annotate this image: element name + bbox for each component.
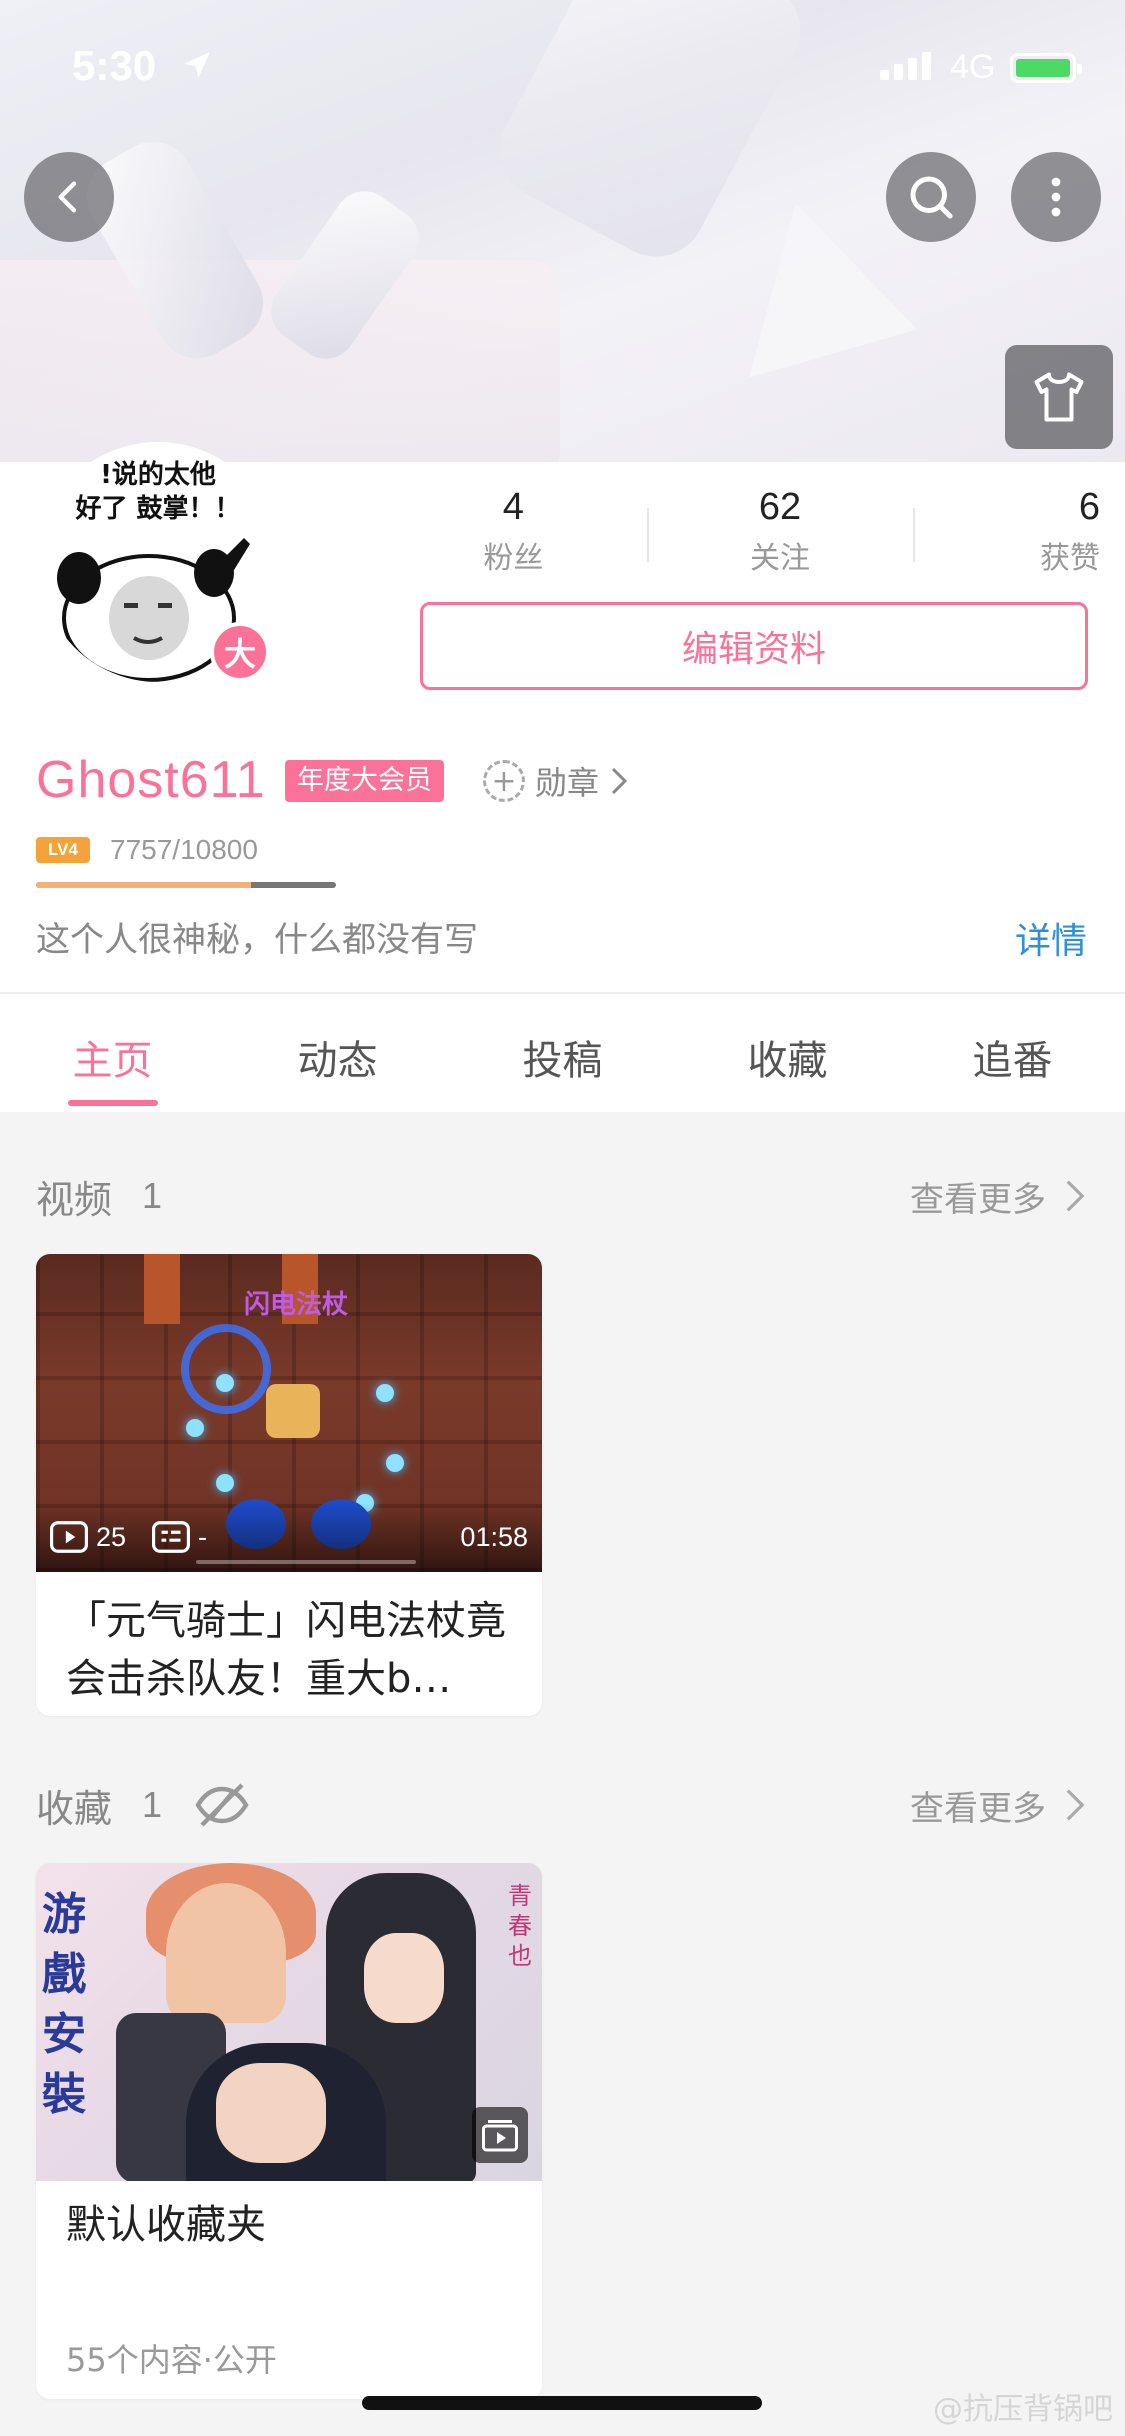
favorite-folder-card[interactable]: 游戲安裝 青春也 默认收藏夹 55个内容·公开 — [36, 1863, 542, 2399]
stat-fans[interactable]: 4 粉丝 — [380, 486, 647, 576]
profile-card: !说的太他 好了 鼓掌！！ 大 4 粉丝 62 关注 6 获赞 编辑资料 Gho… — [0, 442, 1125, 992]
more-button[interactable] — [1011, 152, 1101, 242]
section-count: 1 — [142, 1175, 163, 1216]
danmaku-icon — [152, 1521, 191, 1553]
video-section-header: 视频 1 查看更多 — [36, 1166, 1086, 1226]
vip-tag[interactable]: 年度大会员 — [285, 760, 444, 802]
folder-cover: 游戲安裝 青春也 — [36, 1863, 542, 2181]
watermark-text: @抗压背锅吧 — [933, 2392, 1113, 2427]
edit-profile-button[interactable]: 编辑资料 — [420, 602, 1088, 690]
view-more-favorites[interactable]: 查看更多 — [910, 1781, 1086, 1830]
playlist-icon — [472, 2107, 528, 2163]
stat-number: 4 — [502, 486, 524, 528]
medal-link[interactable]: + 勋章 — [483, 758, 629, 804]
detail-link[interactable]: 详情 — [1015, 912, 1087, 964]
cover-right-text: 青春也 — [508, 1882, 532, 1970]
cover-side-text: 游戲安裝 — [42, 1889, 86, 2120]
chevron-right-icon — [611, 767, 628, 795]
eye-off-icon[interactable] — [194, 1783, 250, 1827]
thumbnail-label: 闪电法杖 — [244, 1290, 349, 1320]
stat-label: 获赞 — [1040, 541, 1101, 576]
search-button[interactable] — [886, 152, 976, 242]
fav-section-header: 收藏 1 查看更多 — [36, 1775, 1086, 1835]
stats-row: 4 粉丝 62 关注 6 获赞 — [380, 486, 1100, 576]
stat-label: 粉丝 — [483, 541, 544, 576]
medal-label: 勋章 — [535, 764, 600, 802]
stat-number: 6 — [1078, 486, 1101, 528]
back-button[interactable] — [24, 152, 114, 242]
medal-add-icon: + — [483, 760, 525, 802]
status-time: 5:30 — [72, 42, 157, 89]
username: Ghost611 — [36, 751, 266, 809]
video-thumbnail: 闪电法杖 25 - 01:58 — [36, 1254, 542, 1572]
video-duration: 01:58 — [460, 1521, 528, 1552]
change-skin-button[interactable] — [1005, 345, 1113, 449]
danmaku-count: - — [198, 1521, 208, 1552]
exp-progress-bar — [36, 882, 336, 888]
video-title: 「元气骑士」闪电法杖竟会击杀队友！重大b… — [66, 1598, 506, 1702]
section-title: 收藏 — [36, 1786, 113, 1831]
profile-tabs: 主页 动态 投稿 收藏 追番 — [0, 992, 1125, 1112]
home-indicator[interactable] — [362, 2396, 762, 2410]
folder-name: 默认收藏夹 — [66, 2202, 266, 2248]
view-more-videos[interactable]: 查看更多 — [910, 1172, 1086, 1221]
section-title: 视频 — [36, 1177, 113, 1222]
chevron-right-icon — [1066, 1789, 1085, 1821]
more-vertical-icon — [1051, 177, 1061, 217]
level-badge: LV4 — [36, 837, 90, 863]
avatar-meme-text: !说的太他 好了 鼓掌！！ — [75, 460, 241, 524]
tab-dynamic[interactable]: 动态 — [225, 994, 450, 1112]
stat-label: 关注 — [750, 541, 810, 576]
folder-meta: 55个内容·公开 — [66, 2341, 277, 2379]
exp-text: 7757/10800 — [110, 834, 258, 865]
video-card[interactable]: 闪电法杖 25 - 01:58 「元气骑士」闪电法杖竟会击杀队友！重大b… — [36, 1254, 542, 1716]
level-row: LV4 7757/10800 — [36, 834, 258, 866]
search-icon — [910, 176, 953, 219]
chevron-left-icon — [58, 181, 77, 213]
tab-favorites[interactable]: 收藏 — [675, 994, 900, 1112]
network-type: 4G — [950, 48, 996, 86]
chevron-right-icon — [1066, 1180, 1085, 1212]
status-bar: 5:30 4G — [0, 0, 1125, 132]
section-count: 1 — [142, 1784, 163, 1825]
tab-uploads[interactable]: 投稿 — [450, 994, 675, 1112]
view-more-label: 查看更多 — [910, 1788, 1046, 1829]
video-meta-overlay: 25 - 01:58 — [36, 1502, 542, 1572]
tab-bangumi[interactable]: 追番 — [900, 994, 1125, 1112]
view-more-label: 查看更多 — [910, 1179, 1046, 1220]
signal-icon — [880, 50, 931, 80]
exp-progress-fill — [36, 882, 252, 888]
stat-following[interactable]: 62 关注 — [646, 486, 914, 576]
stat-number: 62 — [758, 486, 802, 528]
battery-icon — [1010, 53, 1082, 83]
play-count: 25 — [96, 1521, 127, 1552]
tab-home[interactable]: 主页 — [0, 994, 225, 1112]
location-arrow-icon — [184, 52, 210, 78]
tshirt-icon — [1034, 372, 1084, 422]
vip-badge: 大 — [210, 622, 270, 682]
user-signature: 这个人很神秘，什么都没有写 — [36, 920, 478, 960]
play-count-icon — [50, 1521, 88, 1553]
stat-likes[interactable]: 6 获赞 — [913, 486, 1100, 576]
